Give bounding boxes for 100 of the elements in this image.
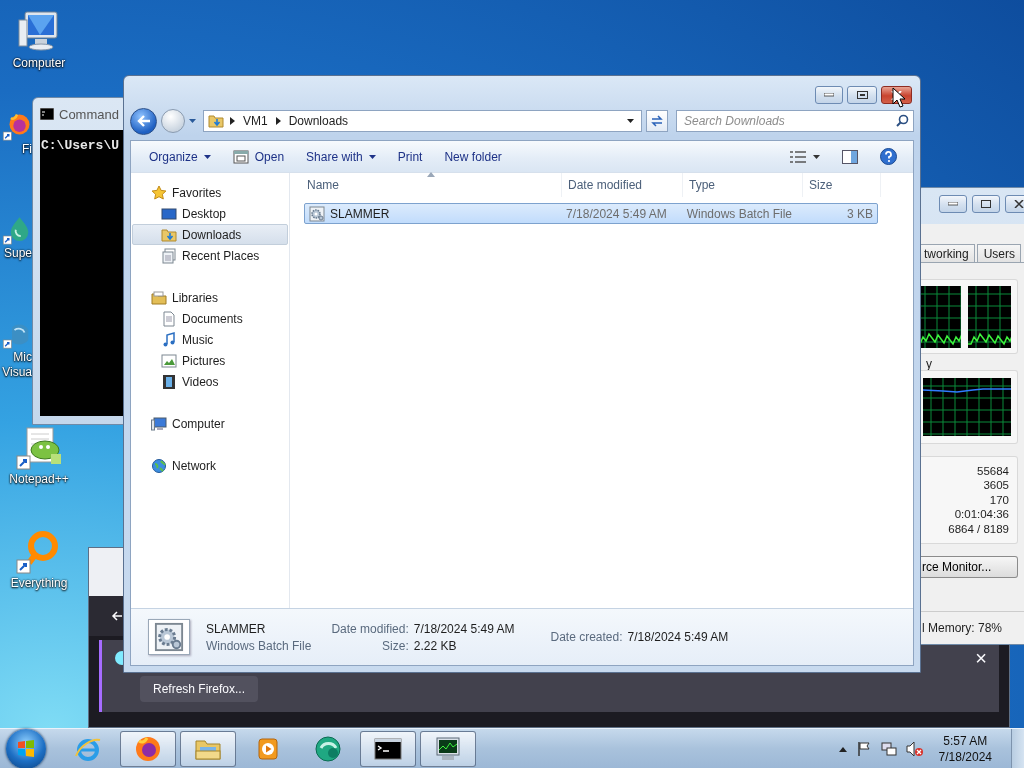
- window-title: Command: [59, 106, 119, 122]
- nav-item[interactable]: Documents: [132, 308, 288, 329]
- file-size: 3 KB: [847, 206, 873, 221]
- app-icon: [313, 733, 343, 764]
- film-icon: [161, 373, 177, 390]
- caret-icon: [368, 154, 376, 159]
- muted-speaker-icon[interactable]: [905, 740, 924, 757]
- documents-stack-icon: [161, 247, 177, 264]
- stat-value: 55684: [977, 463, 1009, 479]
- search-field[interactable]: Search Downloads: [676, 110, 914, 132]
- desktop-shortcut[interactable]: Supe: [2, 216, 32, 261]
- column-header[interactable]: Date modified: [562, 173, 683, 197]
- picture-icon: [161, 352, 177, 369]
- breadcrumb[interactable]: VM1: [241, 114, 270, 128]
- minimize-icon: [948, 202, 958, 206]
- property-value: 2.22 KB: [413, 638, 458, 653]
- toolbar-button[interactable]: Print: [389, 144, 431, 169]
- flag-icon[interactable]: [855, 740, 872, 757]
- nav-item[interactable]: Favorites: [132, 182, 288, 203]
- file-type: Windows Batch File: [206, 638, 312, 653]
- window-icon: [232, 148, 249, 165]
- back-arrow-icon: [136, 115, 151, 127]
- search-icon[interactable]: [896, 114, 909, 127]
- column-header[interactable]: Type: [683, 173, 803, 197]
- stat-value: 6864 / 8189: [948, 521, 1009, 537]
- terminal-icon: [40, 108, 54, 120]
- breadcrumb[interactable]: Downloads: [286, 114, 351, 128]
- property-value: 7/18/2024 5:49 AM: [413, 621, 515, 636]
- stat-value: 3605: [983, 478, 1009, 493]
- maximize-button[interactable]: [847, 86, 877, 104]
- file-type: Windows Batch File: [686, 206, 793, 221]
- chevron-right-icon[interactable]: [275, 117, 281, 125]
- refresh-button[interactable]: [646, 110, 668, 132]
- minimize-icon: [824, 93, 834, 97]
- sort-arrow-icon: [427, 172, 435, 177]
- gear-file-icon: [309, 205, 325, 222]
- list-view-icon: [789, 149, 807, 164]
- close-button[interactable]: ×: [975, 648, 987, 668]
- nav-item[interactable]: Desktop: [132, 203, 288, 224]
- tab[interactable]: Users: [976, 244, 1022, 262]
- gear-file-icon: [154, 622, 184, 652]
- nav-item[interactable]: Network: [132, 455, 288, 476]
- property-value: 7/18/2024 5:49 AM: [627, 630, 729, 644]
- clock-time: 5:57 AM: [943, 732, 988, 749]
- document-icon: [161, 310, 177, 327]
- toolbar-button[interactable]: New folder: [436, 144, 510, 169]
- taskbar-button[interactable]: [420, 730, 476, 767]
- show-desktop-button[interactable]: [1011, 728, 1024, 768]
- chevron-up-icon[interactable]: [838, 745, 847, 752]
- back-button[interactable]: [130, 107, 157, 135]
- chevron-right-icon[interactable]: [230, 117, 235, 125]
- status-text: l Memory: 78%: [922, 621, 1003, 635]
- toolbar-button[interactable]: Share with: [298, 144, 384, 169]
- file-date: 7/18/2024 5:49 AM: [566, 206, 667, 221]
- computer-icon: [151, 415, 167, 432]
- caret-icon: [627, 119, 634, 123]
- stat-value: 170: [989, 492, 1009, 508]
- pane-icon: [842, 149, 858, 164]
- nav-item[interactable]: Music: [132, 329, 288, 350]
- refresh-arrows-icon: [650, 115, 664, 127]
- caret-icon: [813, 154, 820, 159]
- cpu-graph: [967, 285, 1011, 348]
- property-label: Date modified:: [331, 621, 409, 636]
- file-row[interactable]: SLAMMER 7/18/2024 5:49 AM Windows Batch File 3 KB: [304, 203, 878, 224]
- toolbar-button[interactable]: Organize: [141, 144, 219, 169]
- column-header[interactable]: Size: [803, 173, 881, 197]
- address-bar[interactable]: VM1 Downloads: [203, 110, 642, 132]
- caret-icon: [189, 119, 196, 123]
- taskbar-button[interactable]: [120, 730, 176, 767]
- nav-item[interactable]: Recent Places: [132, 245, 288, 266]
- nav-item[interactable]: Libraries: [132, 287, 288, 308]
- close-icon: [1014, 200, 1024, 208]
- nav-item[interactable]: Videos: [132, 371, 288, 392]
- taskbar-button[interactable]: [360, 730, 416, 767]
- toolbar-button[interactable]: Open: [224, 144, 293, 169]
- desktop-shortcut[interactable]: Computer: [12, 8, 66, 71]
- notepad-shortcut-icon: [15, 424, 63, 472]
- clock[interactable]: 5:57 AM 7/18/2024: [938, 732, 992, 765]
- music-note-icon: [161, 331, 177, 348]
- console-text: C:\Users\U: [41, 138, 119, 153]
- nav-item[interactable]: Pictures: [132, 350, 288, 371]
- stat-value: 0:01:04:36: [954, 507, 1009, 522]
- property-label: Size:: [381, 638, 409, 653]
- file-name: SLAMMER: [330, 206, 390, 221]
- caret-icon: [203, 154, 211, 159]
- folder-icon: [208, 113, 224, 129]
- network-icon[interactable]: [880, 740, 897, 757]
- desktop-shortcut[interactable]: Fi: [2, 112, 32, 157]
- nav-item[interactable]: Computer: [132, 413, 288, 434]
- nav-item[interactable]: Downloads: [132, 224, 288, 245]
- back-arrow-icon[interactable]: [111, 610, 123, 622]
- maximize-icon: [981, 200, 991, 208]
- maximize-button[interactable]: [972, 195, 1000, 213]
- start-button[interactable]: [6, 728, 46, 768]
- refresh-button[interactable]: Refresh Firefox...: [140, 676, 259, 702]
- minimize-button[interactable]: [939, 195, 967, 213]
- clock-date: 7/18/2024: [938, 748, 992, 765]
- browser-shortcut-icon: [2, 112, 32, 142]
- restore-icon: [856, 91, 868, 99]
- cursor-icon: [892, 87, 906, 108]
